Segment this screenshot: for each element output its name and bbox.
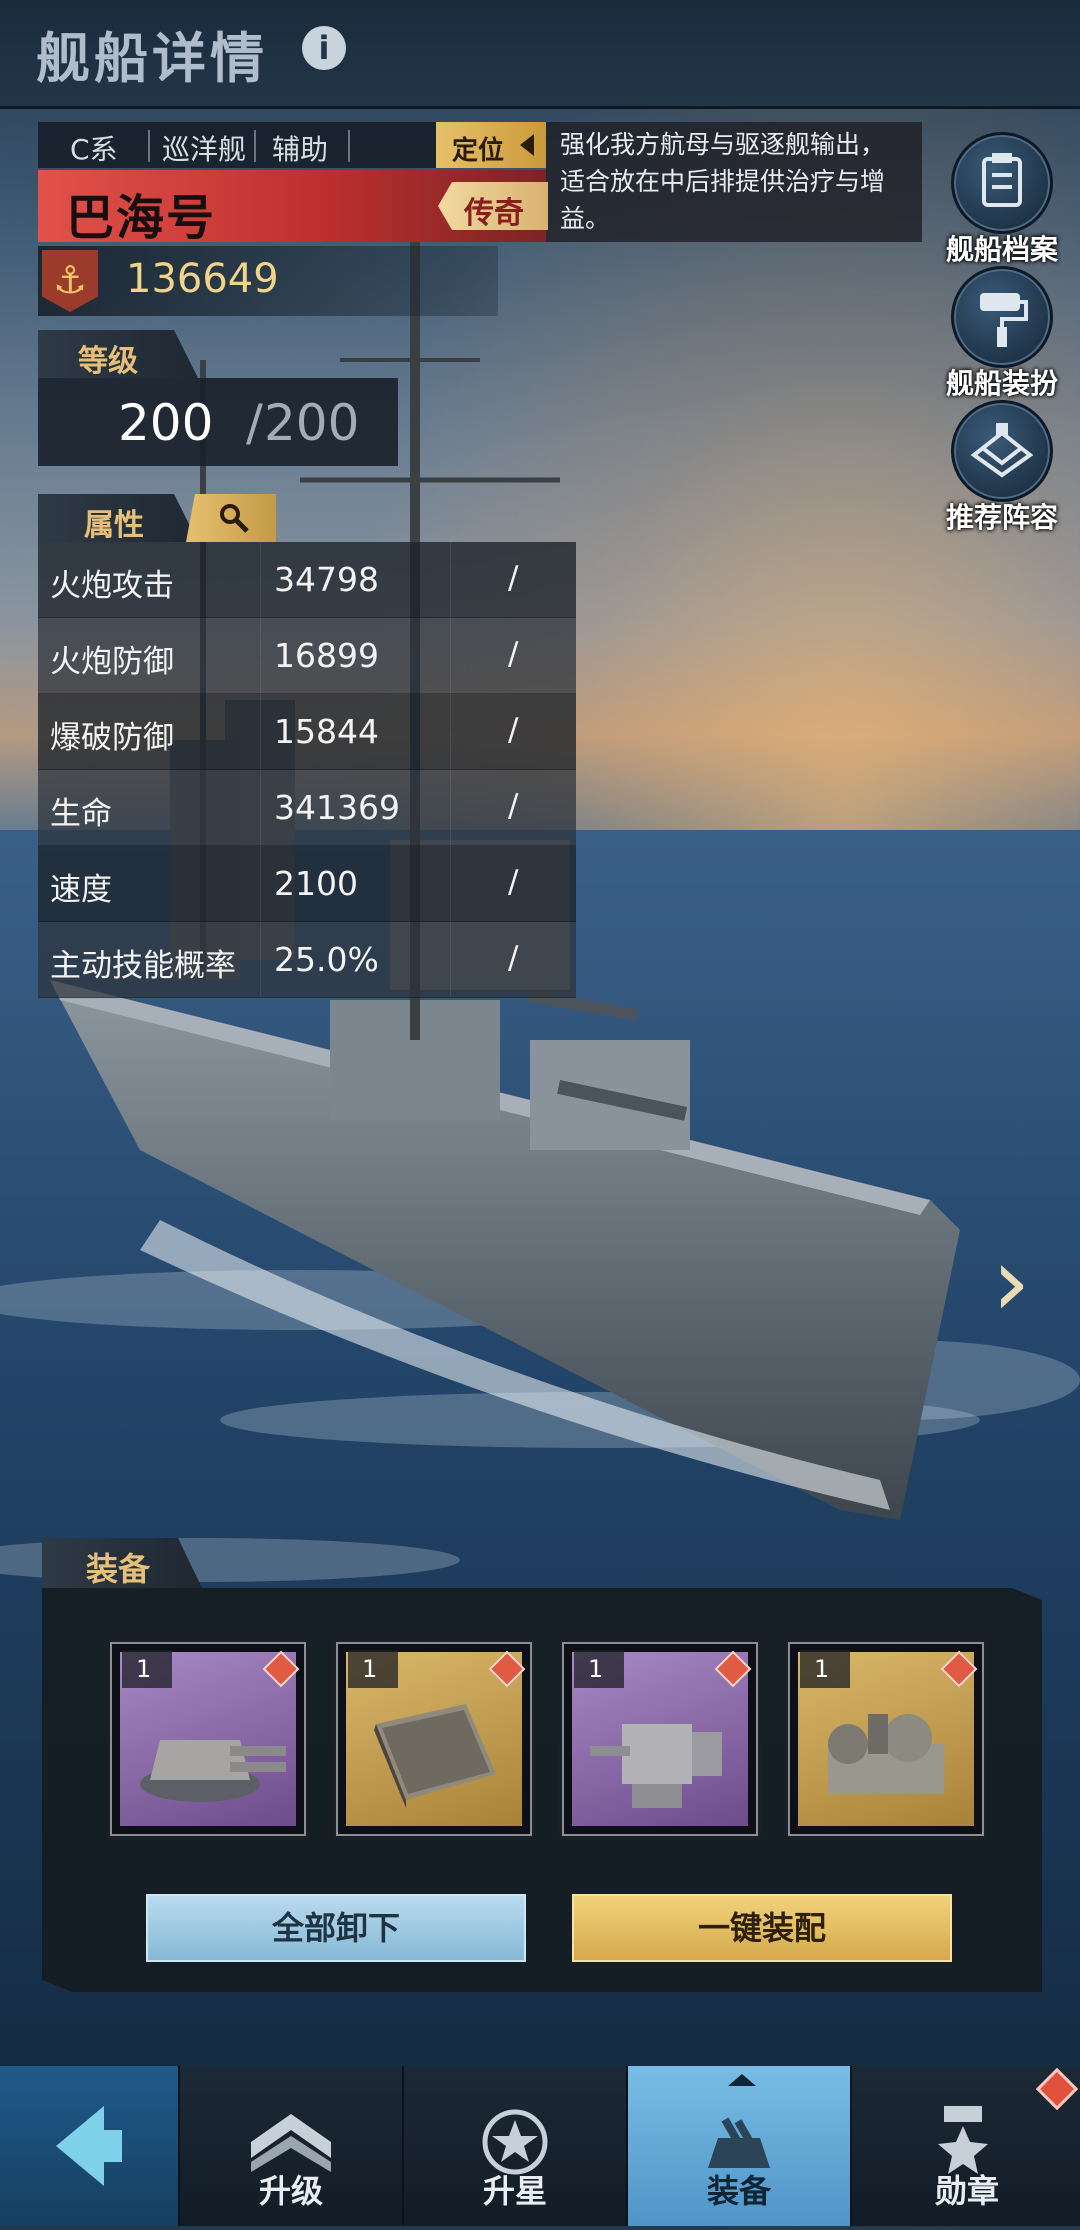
equipment-slot[interactable]: 1 [562,1642,758,1836]
nav-equipment-label: 装备 [706,2172,771,2210]
caret-left-icon [520,134,534,156]
attribute-value: 2100 [274,864,358,903]
tag-divider [148,130,150,162]
role-button[interactable]: 定位 [436,122,546,168]
ship-tags: C系 巡洋舰 辅助 [38,122,436,168]
attribute-value: 15844 [274,712,379,751]
engine-icon [828,1714,944,1794]
attributes-table: 火炮攻击 34798 / 火炮防御 16899 / 爆破防御 15844 / 生… [38,542,576,998]
attribute-bonus: / [508,788,519,824]
nav-equipment[interactable]: 装备 [626,2066,850,2226]
tag-class: 巡洋舰 [162,133,247,166]
attribute-name: 速度 [50,872,112,908]
attribute-value: 25.0% [274,940,379,979]
gun-mount-icon [590,1724,722,1808]
role-button-label: 定位 [452,136,505,166]
rarity-label: 传奇 [464,196,524,231]
page-title: 舰船详情 [36,27,268,90]
nav-upgrade-label: 升级 [258,2172,323,2210]
slot-count: 1 [574,1650,624,1688]
back-button[interactable] [0,2066,178,2226]
level-max: 200 [264,394,360,452]
next-ship-arrow[interactable]: › [992,1226,1030,1338]
equipment-label: 装备 [86,1550,151,1588]
header-bar: 舰船详情 i [0,0,1080,109]
attribute-name: 生命 [50,796,112,832]
attribute-name: 爆破防御 [50,720,174,756]
back-arrow-icon [56,2106,122,2186]
attribute-row: 火炮防御 16899 / [38,618,576,694]
attributes-tab: 属性 [38,494,198,542]
power-bar: ⚓ 136649 [38,246,498,316]
turret-icon [140,1740,286,1802]
attribute-row: 主动技能概率 25.0% / [38,922,576,998]
ship-skin-button[interactable]: 舰船装扮 [927,266,1077,402]
ship-name: 巴海号 [66,190,217,246]
slot-count: 1 [800,1650,850,1688]
level-current: 200 [118,394,214,452]
role-description: 强化我方航母与驱逐舰输出，适合放在中后排提供治疗与增益。 [546,122,922,242]
chevron-up-icon [251,2114,331,2172]
armor-plate-icon [374,1704,496,1808]
slot-count: 1 [348,1650,398,1688]
attribute-value: 34798 [274,560,379,599]
attribute-bonus: / [508,864,519,900]
equipment-tab: 装备 [42,1538,202,1588]
bottom-nav: 升级 升星 装备 勋章 [0,2066,1080,2226]
anchor-icon: ⚓ [42,250,98,312]
equipment-slot[interactable]: 1 [788,1642,984,1836]
attribute-detail-button[interactable] [186,494,276,542]
magnifier-icon [220,504,249,533]
combat-power: 136649 [126,256,279,302]
nav-star-up-label: 升星 [482,2172,547,2210]
attribute-bonus: / [508,712,519,748]
attribute-row: 火炮攻击 34798 / [38,542,576,618]
level-separator: / [246,394,263,452]
attribute-name: 火炮攻击 [50,568,174,604]
attribute-bonus: / [508,560,519,596]
ship-archive-button[interactable]: 舰船档案 [927,132,1077,268]
equipment-slot[interactable]: 1 [110,1642,306,1836]
slot-count: 1 [122,1650,172,1688]
attribute-bonus: / [508,940,519,976]
attribute-row: 生命 341369 / [38,770,576,846]
tag-divider [254,130,256,162]
rarity-badge: 传奇 [438,182,548,230]
attribute-name: 主动技能概率 [50,948,236,984]
attribute-row: 速度 2100 / [38,846,576,922]
attribute-value: 341369 [274,788,400,827]
auto-equip-button[interactable]: 一键装配 [572,1894,952,1962]
info-icon[interactable]: i [302,26,346,70]
nav-upgrade[interactable]: 升级 [178,2066,402,2226]
attributes-label: 属性 [84,508,144,543]
ship-name-bar: 巴海号 传奇 [38,170,548,246]
level-box: 200 / 200 [38,378,398,466]
attribute-bonus: / [508,636,519,672]
level-label: 等级 [78,344,138,379]
ship-formation-icon [951,400,1053,502]
tag-role: 辅助 [272,133,329,166]
active-tab-indicator [728,2074,756,2086]
unload-all-button[interactable]: 全部卸下 [146,1894,526,1962]
attribute-value: 16899 [274,636,379,675]
attribute-name: 火炮防御 [50,644,174,680]
nav-medal-label: 勋章 [934,2172,999,2210]
nav-star-up[interactable]: 升星 [402,2066,626,2226]
tag-divider [348,130,350,162]
attribute-row: 爆破防御 15844 / [38,694,576,770]
paint-roller-icon [951,266,1053,368]
clipboard-icon [951,132,1053,234]
level-tab: 等级 [38,330,198,378]
equipment-slot[interactable]: 1 [336,1642,532,1836]
tag-nation: C系 [70,133,118,166]
recommended-lineup-button[interactable]: 推荐阵容 [927,400,1077,536]
